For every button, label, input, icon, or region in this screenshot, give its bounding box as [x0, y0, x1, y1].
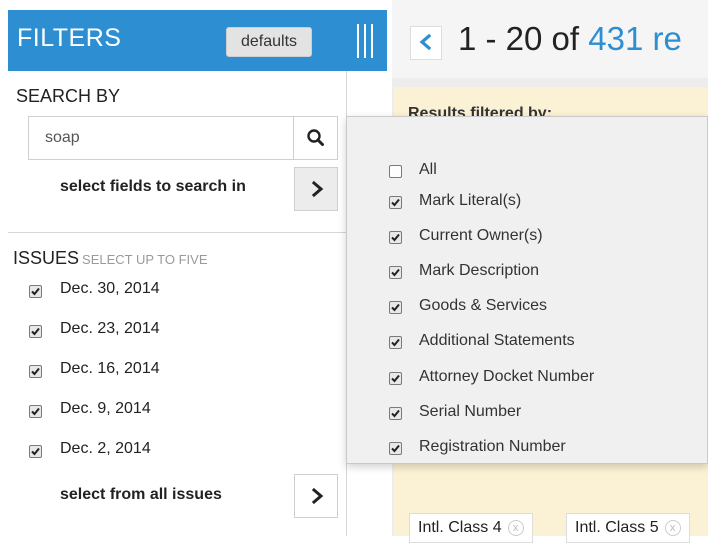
issue-label: Dec. 23, 2014: [60, 320, 160, 337]
select-all-issues-button[interactable]: [294, 474, 338, 518]
chevron-right-icon: [311, 180, 324, 198]
search-field-label: Goods & Services: [419, 297, 548, 314]
issues-heading: ISSUES SELECT UP TO FIVE: [13, 248, 208, 269]
issue-label: Dec. 30, 2014: [60, 280, 160, 297]
results-total[interactable]: 431: [588, 20, 643, 57]
results-count-overflow: re: [643, 20, 682, 57]
issue-label: Dec. 9, 2014: [60, 400, 151, 417]
checkmark-icon: [31, 367, 40, 376]
search-button[interactable]: [294, 116, 338, 160]
checkmark-icon: [391, 444, 400, 453]
search-field-label: Serial Number: [419, 403, 522, 420]
results-count: 1 - 20 of 431 re: [458, 20, 682, 58]
filter-chip-label: Intl. Class 5: [575, 519, 659, 536]
select-all-issues-label: select from all issues: [60, 486, 222, 503]
checkmark-icon: [31, 407, 40, 416]
select-fields-button[interactable]: [294, 167, 338, 211]
results-range: 1 - 20 of: [458, 20, 589, 57]
close-icon[interactable]: x: [507, 519, 524, 536]
search-by-heading: SEARCH BY: [16, 86, 121, 106]
filters-header: FILTERS defaults: [8, 10, 387, 71]
checkmark-icon: [391, 303, 400, 312]
checkmark-icon: [391, 233, 400, 242]
back-button[interactable]: [410, 26, 442, 60]
search-field-label: All: [419, 161, 437, 178]
issue-checkbox[interactable]: [29, 445, 42, 458]
search-input[interactable]: [28, 116, 294, 160]
chevron-right-icon: [311, 487, 324, 505]
chevron-left-icon: [419, 33, 432, 51]
search-field-label: Current Owner(s): [419, 227, 543, 244]
search-field-label: Mark Description: [419, 262, 540, 279]
issue-checkbox[interactable]: [29, 365, 42, 378]
checkmark-icon: [391, 374, 400, 383]
section-divider: [8, 232, 346, 233]
checkmark-icon: [31, 287, 40, 296]
issues-label: ISSUES: [13, 248, 80, 268]
search-field-label: Registration Number: [419, 438, 566, 455]
search-icon: [307, 129, 324, 146]
close-icon[interactable]: x: [664, 519, 681, 536]
checkmark-icon: [391, 268, 400, 277]
filter-chip-label: Intl. Class 4: [418, 519, 502, 536]
issue-checkbox[interactable]: [29, 405, 42, 418]
issue-label: Dec. 2, 2014: [60, 440, 151, 457]
checkmark-icon: [391, 409, 400, 418]
search-field-checkbox[interactable]: [389, 301, 402, 314]
search-field-label: Additional Statements: [419, 332, 575, 349]
checkmark-icon: [31, 447, 40, 456]
search-field-label: Mark Literal(s): [419, 192, 522, 209]
search-fields-dropdown: All Mark Literal(s) Current Owner(s) Mar…: [346, 116, 708, 464]
search-field-checkbox[interactable]: [389, 196, 402, 209]
checkmark-icon: [391, 338, 400, 347]
select-fields-label: select fields to search in: [60, 178, 246, 195]
search-field-label: Attorney Docket Number: [419, 368, 595, 385]
filter-chip: Intl. Class 4 x: [409, 513, 533, 543]
search-field-checkbox[interactable]: [389, 336, 402, 349]
collapse-bars-icon[interactable]: [351, 24, 379, 58]
filters-sidebar: FILTERS defaults SEARCH BY select fields…: [0, 0, 388, 536]
defaults-button[interactable]: defaults: [226, 27, 312, 57]
filter-chip: Intl. Class 5 x: [566, 513, 690, 543]
issue-checkbox[interactable]: [29, 285, 42, 298]
checkmark-icon: [31, 327, 40, 336]
search-field-checkbox[interactable]: [389, 266, 402, 279]
search-field-checkbox[interactable]: [389, 372, 402, 385]
issue-label: Dec. 16, 2014: [60, 360, 160, 377]
checkmark-icon: [391, 198, 400, 207]
issues-hint: SELECT UP TO FIVE: [82, 252, 208, 267]
search-field-checkbox[interactable]: [389, 407, 402, 420]
filters-title: FILTERS: [17, 24, 122, 52]
search-field-checkbox[interactable]: [389, 442, 402, 455]
issue-checkbox[interactable]: [29, 325, 42, 338]
search-field-checkbox[interactable]: [389, 231, 402, 244]
search-field-checkbox[interactable]: [389, 165, 402, 178]
